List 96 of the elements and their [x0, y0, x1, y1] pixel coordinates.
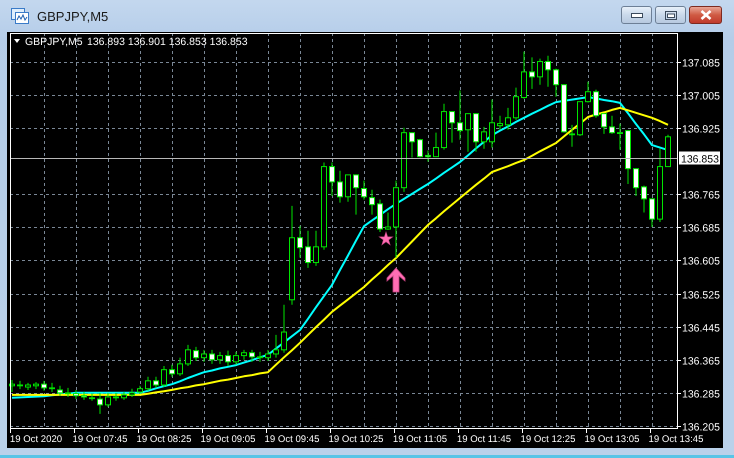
- candlestick: [553, 68, 559, 98]
- candlestick: [505, 107, 511, 130]
- time-axis-label: 19 Oct 10:25: [328, 434, 384, 445]
- time-axis-label: 19 Oct 08:25: [136, 434, 192, 445]
- price-axis-label: 136.685: [682, 222, 720, 234]
- candlestick: [457, 90, 463, 140]
- candlestick: [209, 349, 215, 364]
- candlestick: [649, 198, 655, 228]
- candlestick: [49, 382, 55, 393]
- candlestick: [617, 123, 623, 150]
- candlestick: [481, 126, 487, 150]
- maximize-button[interactable]: [655, 6, 686, 24]
- candlestick: [97, 392, 103, 414]
- candlestick: [185, 344, 191, 366]
- time-axis-label: 19 Oct 12:25: [520, 434, 576, 445]
- candlestick: [641, 185, 647, 214]
- price-axis-label: 136.765: [682, 190, 720, 202]
- candlestick: [73, 389, 79, 400]
- candlestick: [609, 115, 615, 134]
- candlestick: [385, 212, 391, 230]
- minimize-button[interactable]: [621, 6, 652, 24]
- candlestick: [145, 376, 151, 392]
- candlestick: [417, 138, 423, 158]
- candlestick: [513, 87, 519, 120]
- current-price-tag: 136.853: [679, 152, 720, 166]
- price-axis-label: 136.525: [682, 290, 720, 302]
- candlestick: [425, 150, 431, 162]
- candlestick: [305, 230, 311, 268]
- time-axis-label: 19 Oct 11:05: [392, 434, 448, 445]
- candlestick: [465, 113, 471, 152]
- candlestick: [601, 113, 607, 134]
- candlestick: [169, 364, 175, 378]
- candlestick: [537, 58, 543, 86]
- dropdown-triangle-icon[interactable]: [14, 39, 20, 43]
- candlestick: [409, 132, 415, 158]
- candlestick: [233, 351, 239, 366]
- candlestick: [529, 56, 535, 90]
- maximize-icon: [664, 10, 676, 20]
- candlestick: [193, 346, 199, 362]
- candlestick: [65, 387, 71, 398]
- candlestick: [153, 376, 159, 388]
- candlestick: [201, 349, 207, 362]
- candlestick: [497, 115, 503, 130]
- close-button[interactable]: [689, 6, 722, 24]
- candlestick: [41, 380, 47, 392]
- candlestick: [257, 351, 263, 362]
- candlestick: [225, 350, 231, 366]
- candlestick: [177, 357, 183, 376]
- price-axis-label: 137.085: [682, 58, 720, 70]
- candlestick: [265, 349, 271, 362]
- price-axis-label: 136.205: [682, 422, 720, 434]
- arrow-up-icon: [386, 267, 406, 292]
- time-axis-label: 19 Oct 2020: [10, 434, 62, 445]
- candlestick: [449, 111, 455, 144]
- candlestick: [297, 225, 303, 258]
- candlestick: [353, 174, 359, 216]
- candlestick: [585, 81, 591, 103]
- symbol-label: GBPJPY,M5: [25, 36, 83, 48]
- candlestick: [545, 55, 551, 88]
- candlestick: [217, 351, 223, 364]
- time-axis-label: 19 Oct 07:45: [72, 434, 128, 445]
- candlestick: [281, 304, 287, 354]
- candlestick: [105, 392, 111, 408]
- candlestick: [633, 168, 639, 196]
- time-axis-label: 19 Oct 09:05: [200, 434, 256, 445]
- candlestick: [241, 349, 247, 360]
- candlestick: [345, 174, 351, 202]
- candlestick: [569, 124, 575, 148]
- close-icon: [700, 10, 712, 20]
- quote-values: 136.893 136.901 136.853 136.853: [87, 36, 248, 48]
- candlestick: [489, 99, 495, 148]
- window-title: GBPJPY,M5: [37, 8, 108, 24]
- candlestick: [273, 334, 279, 358]
- star-icon: [378, 231, 394, 246]
- candlestick: [593, 89, 599, 118]
- candlestick: [337, 170, 343, 204]
- price-axis-label: 136.445: [682, 322, 720, 334]
- candlestick: [433, 132, 439, 158]
- candlestick: [57, 385, 63, 396]
- candlestick: [361, 180, 367, 200]
- price-axis-label: 136.365: [682, 356, 720, 368]
- candlestick: [329, 162, 335, 196]
- candlestick: [161, 365, 167, 388]
- candlestick: [313, 230, 319, 266]
- price-axis-label: 136.605: [682, 256, 720, 268]
- time-axis-label: 19 Oct 09:45: [264, 434, 320, 445]
- price-axis-label: 137.005: [682, 90, 720, 102]
- minimize-icon: [630, 12, 642, 18]
- price-axis-label: 136.285: [682, 388, 720, 400]
- candlestick: [249, 349, 255, 362]
- price-axis-label: 136.925: [682, 124, 720, 136]
- chart-window-icon: [11, 8, 29, 24]
- time-axis-label: 19 Oct 13:45: [648, 434, 704, 445]
- candlestick: [369, 189, 375, 216]
- time-axis-label: 19 Oct 13:05: [584, 434, 640, 445]
- time-axis-label: 19 Oct 11:45: [456, 434, 512, 445]
